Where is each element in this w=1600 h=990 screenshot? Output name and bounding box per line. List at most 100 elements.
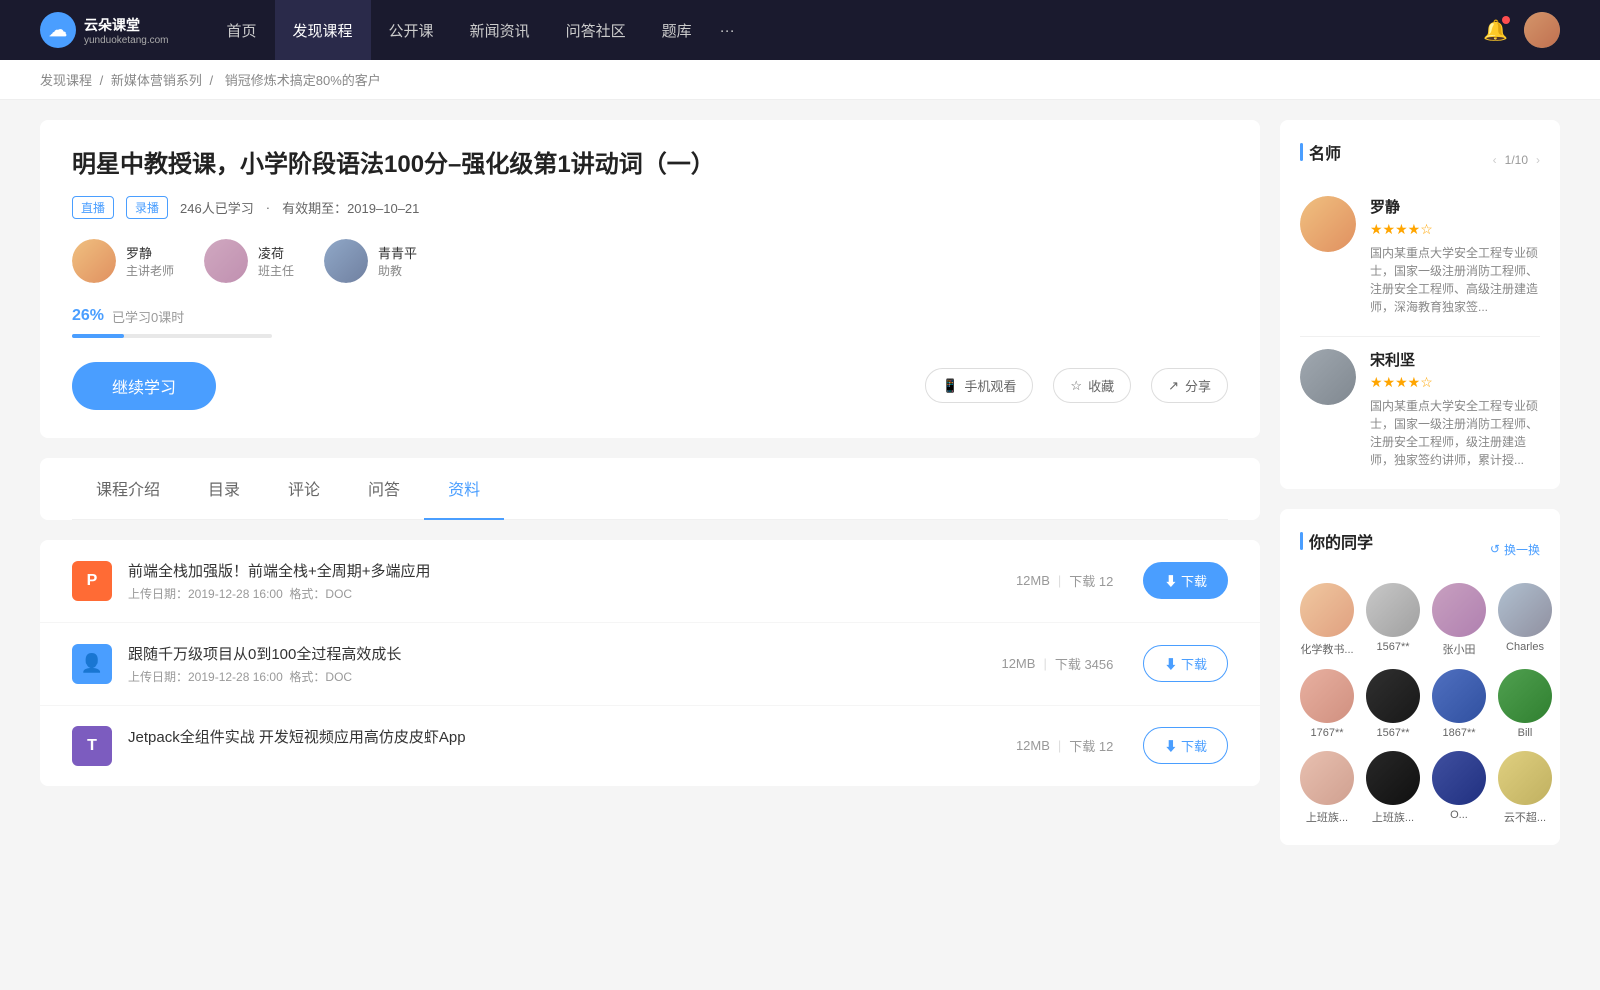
- nav-exam[interactable]: 题库: [644, 0, 710, 60]
- logo[interactable]: ☁ 云朵课堂 yunduoketang.com: [40, 12, 169, 48]
- classmate-avatar-11[interactable]: [1498, 751, 1552, 805]
- classmate-name-9: 上班族...: [1372, 809, 1414, 825]
- classmate-11: 云不超...: [1498, 751, 1552, 825]
- classmate-avatar-7[interactable]: [1498, 669, 1552, 723]
- star-icon: ☆: [1070, 378, 1082, 394]
- course-title: 明星中教授课，小学阶段语法100分–强化级第1讲动词（一）: [72, 148, 1228, 182]
- classmate-name-0: 化学教书...: [1300, 641, 1353, 657]
- classmate-avatar-4[interactable]: [1300, 669, 1354, 723]
- classmate-avatar-0[interactable]: [1300, 583, 1354, 637]
- classmate-avatar-10[interactable]: [1432, 751, 1486, 805]
- classmate-name-4: 1767**: [1310, 727, 1343, 739]
- nav-news[interactable]: 新闻资讯: [452, 0, 548, 60]
- sidebar-teacher-1: 宋利坚 ★★★★☆ 国内某重点大学安全工程专业硕士，国家一级注册消防工程师、注册…: [1300, 349, 1540, 469]
- classmate-8: 上班族...: [1300, 751, 1354, 825]
- resource-stats-1: 12MB | 下载 3456: [1001, 654, 1113, 673]
- classmate-avatar-3[interactable]: [1498, 583, 1552, 637]
- resource-size-0: 12MB: [1016, 573, 1050, 588]
- refresh-button[interactable]: ↺ 换一换: [1490, 541, 1540, 558]
- breadcrumb: 发现课程 / 新媒体营销系列 / 销冠修炼术搞定80%的客户: [0, 60, 1600, 100]
- breadcrumb-sep-1: /: [100, 73, 107, 88]
- progress-text: 已学习0课时: [112, 307, 184, 326]
- nav-qa[interactable]: 问答社区: [548, 0, 644, 60]
- breadcrumb-link-2[interactable]: 新媒体营销系列: [111, 73, 202, 88]
- download-button-0[interactable]: ⬇ 下载: [1143, 562, 1228, 599]
- action-mobile-label: 手机观看: [964, 376, 1016, 395]
- classmate-avatar-6[interactable]: [1432, 669, 1486, 723]
- resource-downloads-2: 下载 12: [1069, 736, 1113, 755]
- logo-icon: ☁: [40, 12, 76, 48]
- resource-size-2: 12MB: [1016, 738, 1050, 753]
- title-bar: [1300, 143, 1303, 161]
- user-avatar[interactable]: [1524, 12, 1560, 48]
- teachers-list: 罗静 主讲老师 凌荷 班主任: [72, 239, 1228, 283]
- resource-icon-0: P: [72, 561, 112, 601]
- progress-section: 26% 已学习0课时: [72, 307, 1228, 338]
- tabs-card: 课程介绍 目录 评论 问答 资料: [40, 458, 1260, 520]
- sidebar-teacher-info-1: 宋利坚 ★★★★☆ 国内某重点大学安全工程专业硕士，国家一级注册消防工程师、注册…: [1370, 349, 1540, 469]
- classmate-avatar-8[interactable]: [1300, 751, 1354, 805]
- classmates-grid: 化学教书... 1567** 张小田 Charles 1767**: [1300, 583, 1540, 825]
- classmate-0: 化学教书...: [1300, 583, 1354, 657]
- classmate-name-2: 张小田: [1443, 641, 1476, 657]
- resource-info-0: 前端全栈加强版！前端全栈+全周期+多端应用 上传日期：2019-12-28 16…: [128, 560, 986, 602]
- classmate-avatar-2[interactable]: [1432, 583, 1486, 637]
- classmates-title-bar: [1300, 532, 1303, 550]
- teacher-item-2: 青青平 助教: [324, 239, 417, 283]
- classmates-sidebar-card: 你的同学 ↺ 换一换 化学教书... 1567**: [1280, 509, 1560, 845]
- classmate-name-8: 上班族...: [1306, 809, 1348, 825]
- teacher-name-2: 青青平: [378, 243, 417, 262]
- teachers-sidebar-nav: ‹ 1/10 ›: [1493, 153, 1540, 167]
- action-favorite-label: 收藏: [1088, 376, 1114, 395]
- content-left: 明星中教授课，小学阶段语法100分–强化级第1讲动词（一） 直播 录播 246人…: [40, 120, 1260, 865]
- sidebar-teacher-name-0: 罗静: [1370, 196, 1540, 217]
- tab-resources[interactable]: 资料: [424, 458, 504, 520]
- resource-stats-0: 12MB | 下载 12: [1016, 571, 1113, 590]
- classmate-avatar-9[interactable]: [1366, 751, 1420, 805]
- nav-open[interactable]: 公开课: [371, 0, 452, 60]
- student-count: 246人已学习: [180, 198, 254, 217]
- progress-percent: 26%: [72, 307, 104, 325]
- tab-intro[interactable]: 课程介绍: [72, 458, 184, 520]
- tab-catalog[interactable]: 目录: [184, 458, 264, 520]
- teachers-sidebar-header: 名师 ‹ 1/10 ›: [1300, 140, 1540, 180]
- resource-info-2: Jetpack全组件实战 开发短视频应用高仿皮皮虾App: [128, 726, 986, 765]
- teacher-item-0: 罗静 主讲老师: [72, 239, 174, 283]
- action-mobile[interactable]: 📱 手机观看: [925, 368, 1033, 403]
- classmate-avatar-5[interactable]: [1366, 669, 1420, 723]
- nav-discover[interactable]: 发现课程: [275, 0, 371, 60]
- teacher-avatar-0: [72, 239, 116, 283]
- action-share-label: 分享: [1185, 376, 1211, 395]
- download-button-2[interactable]: ⬇ 下载: [1143, 727, 1228, 764]
- continue-button[interactable]: 继续学习: [72, 362, 216, 410]
- share-icon: ↗: [1168, 378, 1179, 394]
- classmate-name-6: 1867**: [1442, 727, 1475, 739]
- resource-item-0: P 前端全栈加强版！前端全栈+全周期+多端应用 上传日期：2019-12-28 …: [40, 540, 1260, 623]
- tab-review[interactable]: 评论: [264, 458, 344, 520]
- teachers-sidebar-title: 名师: [1300, 140, 1341, 164]
- nav-home[interactable]: 首页: [209, 0, 275, 60]
- breadcrumb-link-1[interactable]: 发现课程: [40, 73, 92, 88]
- classmates-header: 你的同学 ↺ 换一换: [1300, 529, 1540, 569]
- resource-size-1: 12MB: [1001, 656, 1035, 671]
- notification-bell[interactable]: 🔔: [1483, 18, 1508, 43]
- teachers-prev-btn[interactable]: ‹: [1493, 153, 1497, 167]
- nav-more[interactable]: ···: [710, 0, 745, 60]
- teacher-info-2: 青青平 助教: [378, 243, 417, 279]
- action-share[interactable]: ↗ 分享: [1151, 368, 1228, 403]
- tab-qa[interactable]: 问答: [344, 458, 424, 520]
- classmate-name-1: 1567**: [1376, 641, 1409, 653]
- sidebar-teacher-0: 罗静 ★★★★☆ 国内某重点大学安全工程专业硕士，国家一级注册消防工程师、注册安…: [1300, 196, 1540, 316]
- resource-meta-2: [128, 751, 986, 765]
- notification-dot: [1502, 16, 1510, 24]
- resource-downloads-0: 下载 12: [1069, 571, 1113, 590]
- sidebar-teacher-avatar-1: [1300, 349, 1356, 405]
- progress-bar-bg: [72, 334, 272, 338]
- logo-title: 云朵课堂: [84, 15, 169, 35]
- teachers-next-btn[interactable]: ›: [1536, 153, 1540, 167]
- teachers-page-info: 1/10: [1505, 153, 1528, 167]
- action-favorite[interactable]: ☆ 收藏: [1053, 368, 1131, 403]
- logo-sub: yunduoketang.com: [84, 35, 169, 46]
- download-button-1[interactable]: ⬇ 下载: [1143, 645, 1228, 682]
- classmate-avatar-1[interactable]: [1366, 583, 1420, 637]
